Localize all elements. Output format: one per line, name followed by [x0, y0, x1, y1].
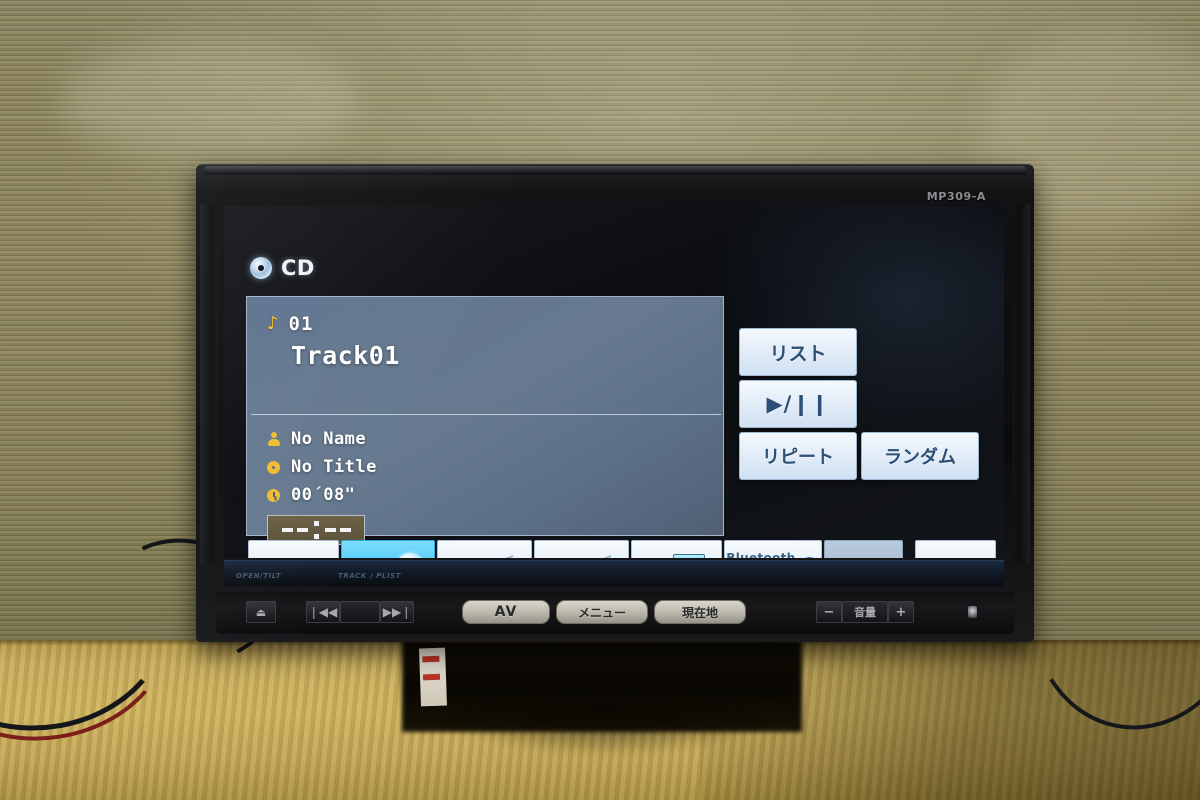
paper-label-card — [418, 647, 448, 707]
track-rocker-center — [340, 601, 380, 623]
open-tilt-label: OPEN/TILT — [236, 572, 282, 580]
unit-stand-shadow — [425, 700, 785, 755]
lcd-screen[interactable]: CD ♪ 01 Track01 No Name No Title 00´08" … — [224, 206, 1004, 558]
source-label-bluetooth: BluetoothAUDIO — [726, 551, 795, 558]
unit-right-bezel — [1012, 204, 1030, 564]
clock-digit-blank — [339, 528, 351, 532]
clock-colon-icon — [313, 521, 319, 539]
track-previous-button[interactable]: ❘◀◀ — [306, 601, 340, 623]
chevron-double-right-icon: ≫ — [852, 554, 875, 559]
panel-divider — [251, 414, 721, 415]
clock-digit-blank — [324, 528, 336, 532]
source-button-off[interactable]: OFF — [915, 540, 996, 558]
source-name-label: CD — [281, 256, 315, 280]
elapsed-time: 00´08" — [291, 485, 356, 505]
clock-digits — [281, 521, 351, 539]
artist-person-icon — [267, 432, 281, 446]
elapsed-clock-icon — [267, 488, 281, 502]
album-title: No Title — [291, 457, 377, 477]
repeat-button[interactable]: リピート — [739, 432, 857, 480]
source-button-fm[interactable]: FM — [437, 540, 533, 558]
current-location-button[interactable]: 現在地 — [654, 600, 746, 624]
radio-icon — [582, 555, 612, 558]
light-sensor-icon — [968, 606, 977, 618]
unit-top-bezel — [204, 166, 1026, 175]
source-label-traffic: 交通情報 — [254, 557, 307, 559]
album-disc-icon — [267, 460, 281, 474]
random-button[interactable]: ランダム — [861, 432, 979, 480]
now-playing-panel: ♪ 01 Track01 No Name No Title 00´08" — [246, 296, 724, 545]
metadata-row-time: 00´08" — [267, 485, 377, 505]
metadata-row-artist: No Name — [267, 429, 377, 449]
eject-button[interactable]: ⏏ — [246, 601, 276, 623]
photo-scene: MP309-A CD ♪ 01 Track01 No Name No Title… — [0, 0, 1200, 800]
clock-digit-blank — [281, 528, 293, 532]
play-pause-button[interactable]: ▶/❙❙ — [739, 380, 857, 428]
source-button-tv[interactable]: TV — [630, 540, 722, 558]
volume-up-button[interactable]: + — [888, 601, 914, 623]
bluetooth-icon — [800, 556, 820, 558]
unit-left-bezel — [200, 204, 218, 564]
source-button-disc[interactable]: DISC — [340, 540, 436, 558]
television-icon — [673, 554, 706, 558]
track-metadata-list: No Name No Title 00´08" — [267, 429, 377, 505]
car-head-unit: MP309-A CD ♪ 01 Track01 No Name No Title… — [196, 164, 1034, 642]
source-header: CD — [250, 256, 315, 280]
radio-icon — [484, 555, 514, 558]
hardware-button-row: ⏏ ❘◀◀ ▶▶❘ AV メニュー 現在地 − 音量 + — [216, 592, 1014, 634]
volume-down-button[interactable]: − — [816, 601, 842, 623]
track-plist-label: TRACK / PLIST — [338, 572, 402, 580]
source-button-bluetooth-audio[interactable]: BluetoothAUDIO — [723, 540, 823, 558]
track-next-button[interactable]: ▶▶❘ — [380, 601, 414, 623]
track-number-row: ♪ 01 — [267, 313, 313, 335]
track-number: 01 — [288, 313, 314, 335]
cd-disc-icon — [396, 553, 423, 558]
av-button[interactable]: AV — [462, 600, 550, 624]
source-selector-bar: 交通情報 DISC FM AM TV — [248, 540, 996, 558]
signal-waves-icon — [310, 555, 335, 558]
model-number-label: MP309-A — [926, 190, 986, 203]
source-button-traffic-info[interactable]: 交通情報 — [248, 540, 339, 558]
clock-digit-blank — [296, 528, 308, 532]
artist-name: No Name — [291, 429, 367, 449]
bt-line1: Bluetooth — [726, 551, 795, 558]
menu-button[interactable]: メニュー — [556, 600, 648, 624]
list-button[interactable]: リスト — [739, 328, 857, 376]
source-button-am[interactable]: AM — [534, 540, 629, 558]
volume-label: 音量 — [842, 601, 888, 623]
wall-seam — [0, 116, 1200, 118]
source-next-page-button[interactable]: ≫ — [824, 540, 904, 559]
music-note-icon: ♪ — [267, 313, 279, 334]
lower-bezel-strip: OPEN/TILT TRACK / PLIST — [224, 560, 1004, 586]
cd-disc-icon — [250, 257, 272, 279]
metadata-row-album: No Title — [267, 457, 377, 477]
track-title: Track01 — [291, 341, 400, 370]
